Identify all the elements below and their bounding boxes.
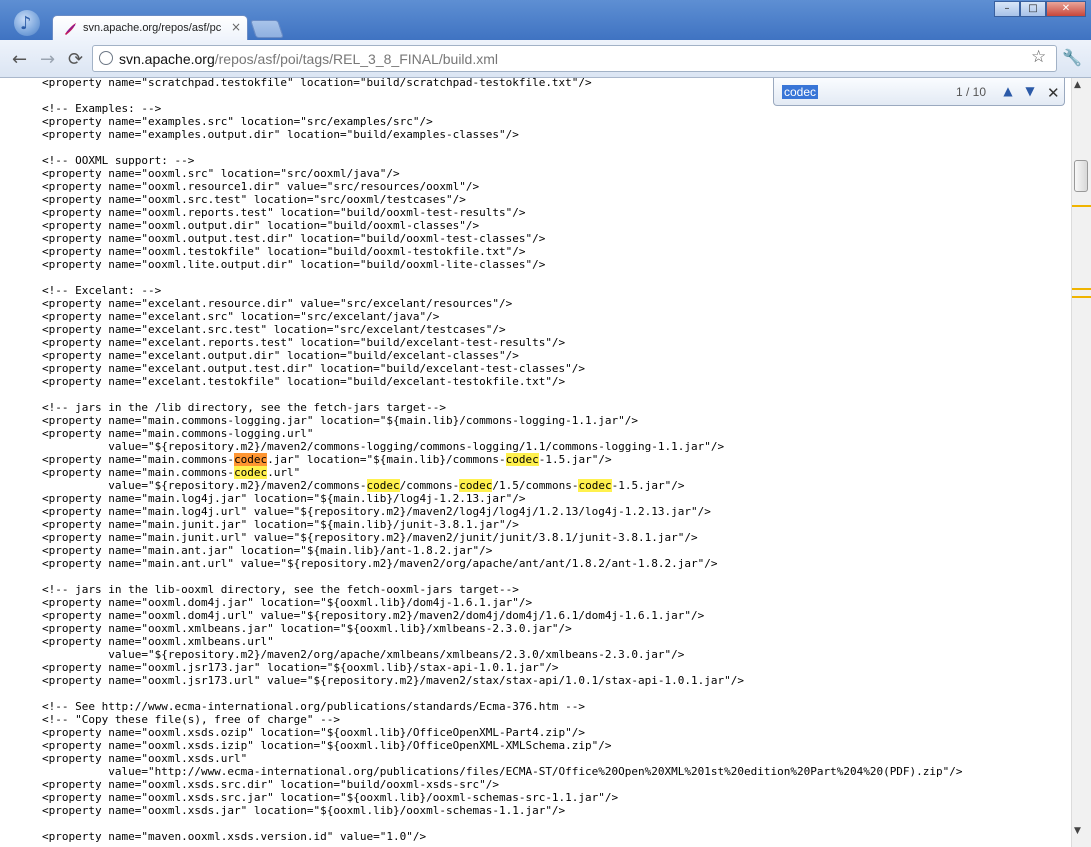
code-line: <property name="ooxml.xsds.src.dir" loca… <box>42 778 499 791</box>
code-line: <property name="maven.ooxml.xsds.version… <box>42 830 427 843</box>
chrome-app-icon[interactable]: ♪ <box>14 10 40 36</box>
code-line: <!-- jars in the lib-ooxml directory, se… <box>42 583 519 596</box>
url-host: svn.apache.org <box>119 51 215 67</box>
find-previous-button[interactable]: ▲ <box>998 82 1018 100</box>
code-line: <property name="ooxml.output.test.dir" l… <box>42 232 546 245</box>
code-line: <property name="main.commons-codec.url" <box>42 466 301 479</box>
code-line: <property name="scratchpad.testokfile" l… <box>42 78 592 89</box>
code-line: <property name="main.log4j.jar" location… <box>42 492 526 505</box>
code-line: <!-- See http://www.ecma-international.o… <box>42 700 586 713</box>
bookmark-star-icon[interactable]: ☆ <box>1031 47 1046 67</box>
code-line: <property name="ooxml.reports.test" loca… <box>42 206 526 219</box>
code-line: value="${repository.m2}/maven2/commons-l… <box>42 440 725 453</box>
scroll-down-arrow-icon[interactable]: ▼ <box>1074 826 1081 836</box>
code-line: <!-- jars in the /lib directory, see the… <box>42 401 446 414</box>
code-line: <property name="ooxml.xsds.izip" locatio… <box>42 739 612 752</box>
code-line: <property name="main.ant.url" value="${r… <box>42 557 718 570</box>
minimize-button[interactable]: – <box>994 1 1020 17</box>
code-line: <property name="ooxml.dom4j.url" value="… <box>42 609 705 622</box>
url-path: /repos/asf/poi/tags/REL_3_8_FINAL/build.… <box>214 51 498 67</box>
tab-build-xml[interactable]: svn.apache.org/repos/asf/pc × <box>52 15 248 41</box>
address-bar[interactable]: svn.apache.org/repos/asf/poi/tags/REL_3_… <box>92 45 1057 72</box>
code-line: <property name="ooxml.xmlbeans.url" <box>42 635 274 648</box>
code-line: <property name="ooxml.xsds.jar" location… <box>42 804 566 817</box>
code-line: value="${repository.m2}/maven2/commons-c… <box>42 479 685 492</box>
find-result-tick <box>1072 205 1091 207</box>
code-line: value="${repository.m2}/maven2/org/apach… <box>42 648 685 661</box>
wrench-menu-icon[interactable]: 🔧 <box>1062 48 1082 67</box>
code-line: <property name="excelant.resource.dir" v… <box>42 297 513 310</box>
find-bar: codec 1 / 10 ▲ ▼ <box>773 78 1065 106</box>
code-line: <property name="excelant.output.test.dir… <box>42 362 586 375</box>
code-line: <!-- Examples: --> <box>42 102 162 115</box>
code-line: <property name="ooxml.resource1.dir" val… <box>42 180 480 193</box>
code-line: <property name="main.commons-codec.jar" … <box>42 453 612 466</box>
title-bar: ♪ svn.apache.org/repos/asf/pc × – □ ✕ <box>0 0 1091 41</box>
code-line: <property name="excelant.output.dir" loc… <box>42 349 519 362</box>
close-window-button[interactable]: ✕ <box>1046 1 1086 17</box>
code-line: <property name="excelant.src" location="… <box>42 310 440 323</box>
page-info-icon[interactable] <box>99 51 113 65</box>
tab-title: svn.apache.org/repos/asf/pc <box>83 22 222 34</box>
back-button[interactable]: ← <box>12 49 27 70</box>
scrollbar-thumb[interactable] <box>1074 160 1088 192</box>
tab-close-icon[interactable]: × <box>231 20 241 34</box>
find-result-count: 1 / 10 <box>956 85 987 99</box>
code-line: <!-- OOXML support: --> <box>42 154 195 167</box>
code-line: <property name="main.ant.jar" location="… <box>42 544 493 557</box>
code-line: <property name="main.commons-logging.url… <box>42 427 314 440</box>
code-line: <property name="ooxml.jsr173.url" value=… <box>42 674 744 687</box>
code-line: <!-- Excelant: --> <box>42 284 162 297</box>
find-match: codec <box>366 479 400 492</box>
code-line: <property name="examples.src" location="… <box>42 115 433 128</box>
code-line: <property name="examples.output.dir" loc… <box>42 128 519 141</box>
find-match: codec <box>578 479 612 492</box>
code-line: <property name="ooxml.src" location="src… <box>42 167 400 180</box>
code-line: <property name="ooxml.xsds.src.jar" loca… <box>42 791 619 804</box>
code-line: <property name="ooxml.testokfile" locati… <box>42 245 526 258</box>
code-line: <property name="main.junit.jar" location… <box>42 518 519 531</box>
browser-toolbar: ← → ⟳ svn.apache.org/repos/asf/poi/tags/… <box>0 40 1091 78</box>
page-content[interactable]: <property name="scratchpad.testokfile" l… <box>0 78 1071 847</box>
code-line: <property name="ooxml.xmlbeans.jar" loca… <box>42 622 572 635</box>
scroll-up-arrow-icon[interactable]: ▲ <box>1074 80 1081 90</box>
maximize-button[interactable]: □ <box>1020 1 1046 17</box>
code-line: <property name="main.log4j.url" value="$… <box>42 505 711 518</box>
code-line: <property name="main.commons-logging.jar… <box>42 414 639 427</box>
reload-button[interactable]: ⟳ <box>68 49 83 70</box>
code-line: <property name="ooxml.src.test" location… <box>42 193 466 206</box>
code-line: <property name="ooxml.dom4j.jar" locatio… <box>42 596 533 609</box>
find-match: codec <box>234 466 268 479</box>
code-line: value="http://www.ecma-international.org… <box>42 765 963 778</box>
forward-button[interactable]: → <box>40 49 55 70</box>
code-line: <property name="ooxml.lite.output.dir" l… <box>42 258 546 271</box>
find-match: codec <box>459 479 493 492</box>
find-result-tick <box>1072 288 1091 290</box>
find-input[interactable]: codec <box>782 85 819 99</box>
find-next-button[interactable]: ▼ <box>1020 82 1040 100</box>
code-line: <property name="ooxml.xsds.url" <box>42 752 248 765</box>
apache-feather-icon <box>65 23 76 35</box>
url-text[interactable]: svn.apache.org/repos/asf/poi/tags/REL_3_… <box>119 51 498 67</box>
find-result-tick <box>1072 296 1091 298</box>
code-line: <property name="ooxml.jsr173.jar" locati… <box>42 661 559 674</box>
find-match: codec <box>505 453 539 466</box>
code-line: <property name="ooxml.xsds.ozip" locatio… <box>42 726 586 739</box>
source-code: <property name="scratchpad.testokfile" l… <box>42 78 963 843</box>
code-line: <property name="excelant.testokfile" loc… <box>42 375 566 388</box>
code-line: <property name="main.junit.url" value="$… <box>42 531 698 544</box>
find-close-button[interactable]: ✕ <box>1047 84 1060 102</box>
code-line: <!-- "Copy these file(s), free of charge… <box>42 713 341 726</box>
code-line: <property name="excelant.reports.test" l… <box>42 336 566 349</box>
new-tab-button[interactable] <box>250 20 284 38</box>
code-line: <property name="excelant.src.test" locat… <box>42 323 506 336</box>
find-active-match: codec <box>234 453 268 466</box>
code-line: <property name="ooxml.output.dir" locati… <box>42 219 480 232</box>
vertical-scrollbar[interactable]: ▲ ▼ <box>1071 78 1091 847</box>
